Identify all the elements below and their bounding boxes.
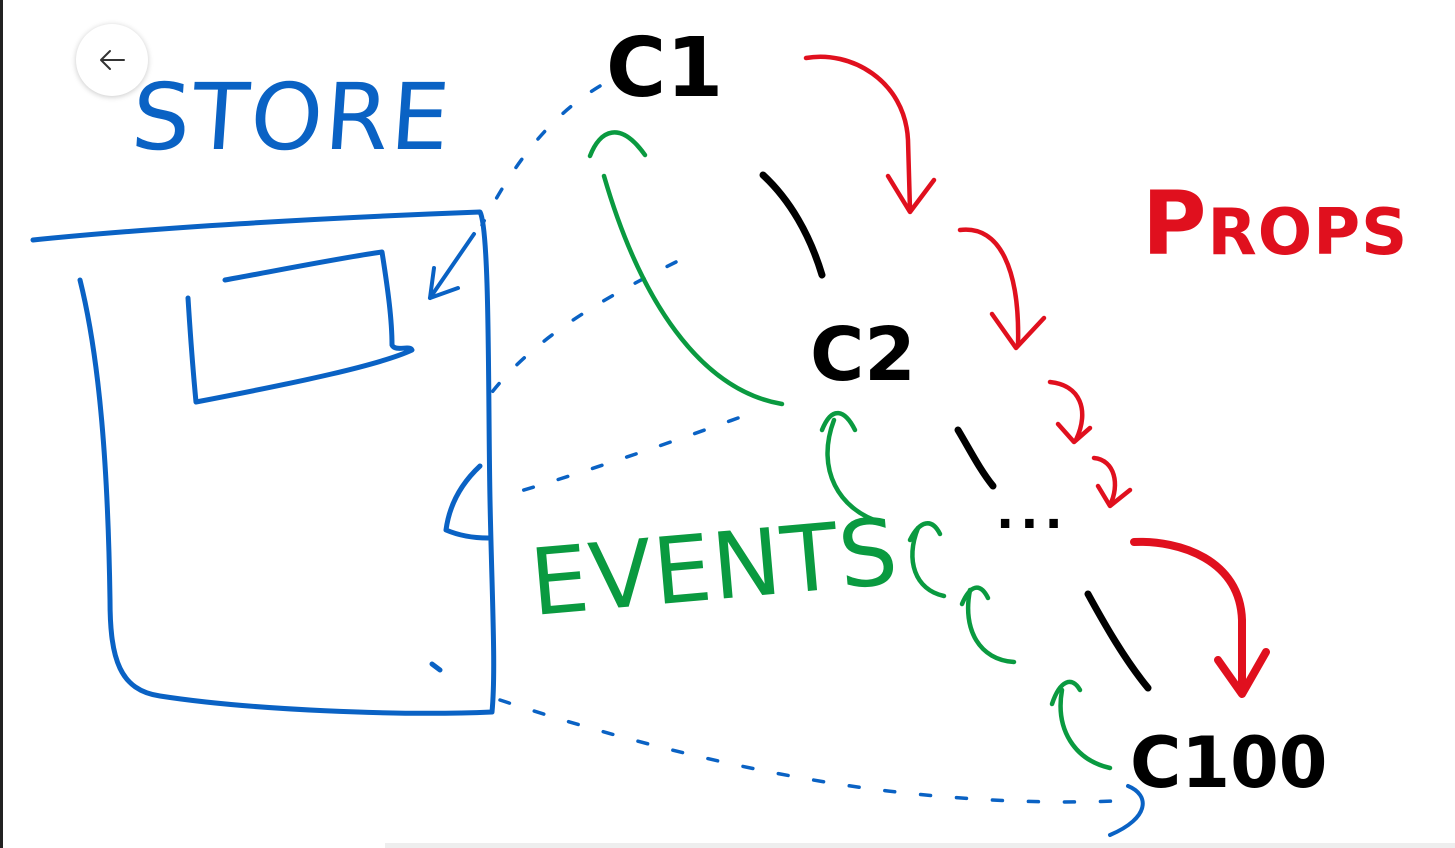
- node-c1: C1: [606, 21, 724, 116]
- node-ellipsis: ...: [996, 484, 1069, 540]
- props-arrow-2: [957, 227, 1021, 348]
- events-arrow-3: [910, 525, 947, 599]
- store-container: [30, 209, 497, 716]
- events-arrows: [587, 130, 1113, 771]
- store-arrow-icon: [428, 232, 476, 300]
- node-c100: C100: [1130, 722, 1328, 804]
- props-arrows: [803, 54, 1133, 509]
- state-rect: [185, 249, 415, 405]
- events-arrow-4: [965, 587, 1017, 665]
- binding-lines: [476, 84, 1137, 804]
- edge-ellipsis-c100: [1084, 590, 1152, 692]
- node-c2: C2: [810, 312, 916, 398]
- events-arrow-1: [601, 173, 785, 407]
- events-arrow-5: [1058, 687, 1113, 771]
- store-label: STORE: [128, 64, 455, 171]
- edge-c2-ellipsis: [954, 426, 997, 490]
- props-label: PROPS: [1142, 172, 1409, 275]
- edge-c1-c2: [759, 171, 826, 279]
